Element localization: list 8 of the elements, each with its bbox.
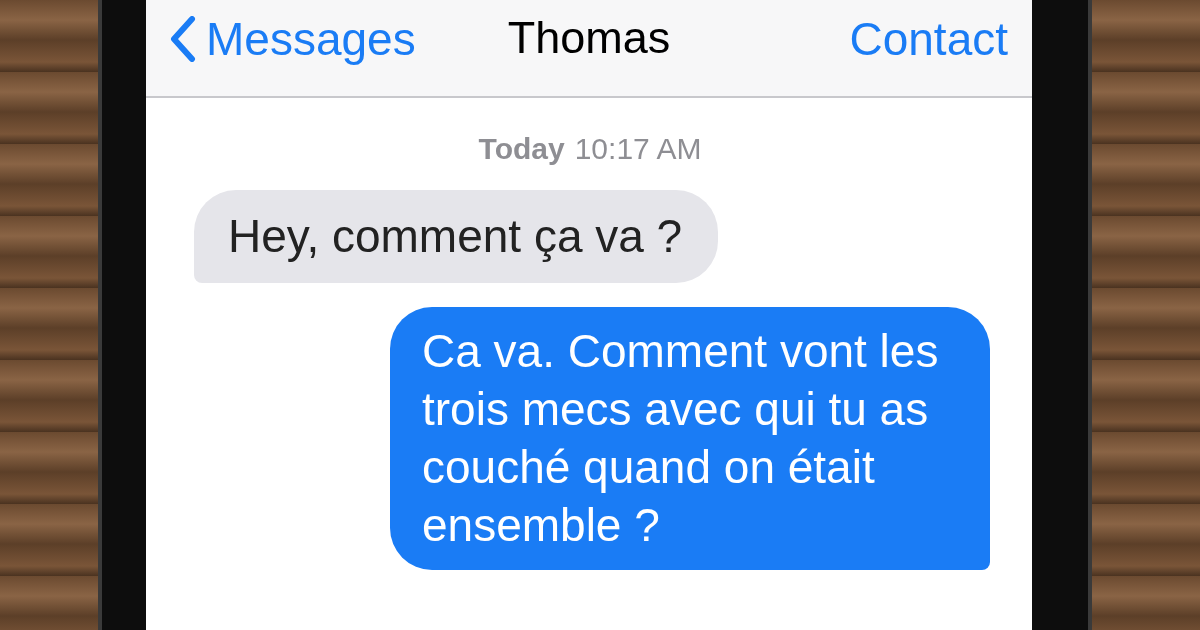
- contact-button[interactable]: Contact: [849, 12, 1008, 66]
- contact-name: Thomas: [507, 12, 671, 64]
- received-message-bubble: Hey, comment ça va ?: [194, 190, 719, 283]
- back-chevron-icon: [170, 16, 196, 62]
- timestamp-day: Today: [478, 132, 565, 166]
- back-button[interactable]: Messages: [170, 12, 416, 66]
- sent-message-bubble: Ca va. Comment vont les trois mecs avec qui tu as couché quand on était ensemble ?: [390, 307, 990, 570]
- timestamp-time: 10:17 AM: [574, 132, 702, 166]
